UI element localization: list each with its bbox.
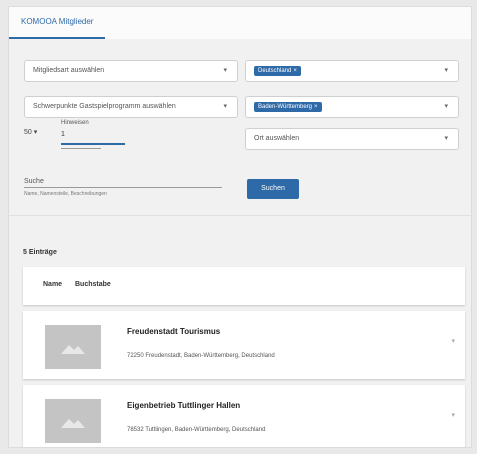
list-item[interactable]: Freudenstadt Tourismus 72250 Freudenstad… [23, 311, 465, 379]
item-name: Freudenstadt Tourismus [127, 327, 221, 336]
per-page-value: 50 [24, 129, 32, 136]
item-name: Eigenbetrieb Tuttlinger Hallen [127, 401, 241, 410]
sort-header: Name Buchstabe [23, 267, 465, 305]
chevron-down-icon[interactable]: ▾ [451, 337, 455, 345]
chevron-down-icon: ▾ [223, 103, 227, 110]
close-icon[interactable]: × [314, 104, 318, 110]
country-chip[interactable]: Deutschland × [254, 66, 301, 76]
member-type-select[interactable]: Mitgliedsart auswählen ▾ [24, 60, 238, 82]
hits-input[interactable]: 1 [61, 131, 125, 145]
search-label: Suche [24, 178, 44, 185]
item-address: 72250 Freudenstadt, Baden-Württemberg, D… [127, 353, 275, 359]
filter-panel: Mitgliedsart auswählen ▾ Deutschland × ▾ … [9, 39, 471, 215]
place-select[interactable]: Ort auswählen ▾ [245, 128, 459, 150]
search-hint: Name, Namensteile, Beschreibungen [24, 191, 107, 197]
close-icon[interactable]: × [293, 68, 297, 74]
image-placeholder-icon [45, 399, 101, 443]
state-select[interactable]: Baden-Württemberg × ▾ [245, 96, 459, 118]
sort-letter-button[interactable]: Buchstabe [75, 281, 111, 288]
chevron-down-icon: ▾ [223, 67, 227, 74]
search-input[interactable] [24, 187, 222, 188]
item-address: 78532 Tuttlingen, Baden-Württemberg, Deu… [127, 427, 266, 433]
per-page-select[interactable]: 50 ▾ [24, 128, 37, 136]
hits-label: Hinweisen [61, 120, 89, 126]
chevron-down-icon: ▾ [444, 103, 448, 110]
chevron-down-icon: ▾ [33, 129, 38, 136]
divider [61, 148, 101, 149]
member-type-value: Mitgliedsart auswählen [33, 67, 105, 74]
place-value: Ort auswählen [254, 135, 300, 142]
chevron-down-icon[interactable]: ▾ [451, 411, 455, 419]
focus-value: Schwerpunkte Gastspielprogramm auswählen [33, 103, 176, 110]
app-frame: KOMOOA Mitglieder Mitgliedsart auswählen… [8, 6, 472, 448]
result-count: 5 Einträge [23, 249, 57, 256]
country-select[interactable]: Deutschland × ▾ [245, 60, 459, 82]
list-item[interactable]: Eigenbetrieb Tuttlinger Hallen 78532 Tut… [23, 385, 465, 447]
state-chip[interactable]: Baden-Württemberg × [254, 102, 322, 112]
chevron-down-icon: ▾ [444, 135, 448, 142]
image-placeholder-icon [45, 325, 101, 369]
tab-bar: KOMOOA Mitglieder [9, 7, 471, 40]
sort-name-button[interactable]: Name [43, 281, 62, 288]
tab-members[interactable]: KOMOOA Mitglieder [9, 7, 106, 39]
search-button[interactable]: Suchen [247, 179, 299, 199]
focus-select[interactable]: Schwerpunkte Gastspielprogramm auswählen… [24, 96, 238, 118]
chevron-down-icon: ▾ [444, 67, 448, 74]
